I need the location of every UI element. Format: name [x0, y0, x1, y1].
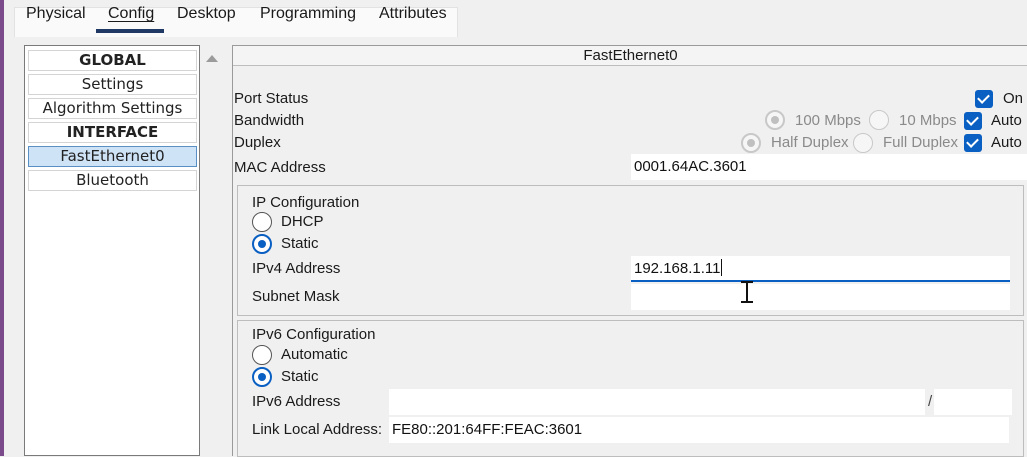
- port-status-label: Port Status: [234, 90, 309, 107]
- duplex-auto-checkbox[interactable]: [964, 134, 982, 152]
- dhcp-label: DHCP: [281, 213, 324, 230]
- tab-desktop[interactable]: Desktop: [177, 5, 236, 23]
- ipv6-config-title: IPv6 Configuration: [252, 326, 376, 343]
- ipv4-address-label: IPv4 Address: [252, 260, 341, 277]
- bandwidth-auto-checkbox[interactable]: [964, 112, 982, 130]
- mac-address-field[interactable]: 0001.64AC.3601: [631, 154, 1027, 180]
- bandwidth-100-label: 100 Mbps: [795, 112, 861, 129]
- static-ipv4-radio[interactable]: [252, 234, 272, 254]
- tab-config[interactable]: Config: [108, 5, 154, 23]
- port-status-on-label: On: [1003, 90, 1024, 107]
- port-status-checkbox[interactable]: [975, 90, 993, 108]
- ipv4-config-title: IP Configuration: [252, 194, 360, 211]
- duplex-half-radio: [741, 133, 761, 153]
- active-tab-indicator: [96, 29, 164, 33]
- bandwidth-100-radio: [765, 110, 785, 130]
- sidebar: GLOBAL Settings Algorithm Settings INTER…: [24, 45, 200, 456]
- ipv6-address-input[interactable]: [389, 389, 925, 415]
- sidebar-header-interface: INTERFACE: [28, 122, 197, 143]
- prefix-separator: /: [928, 393, 933, 410]
- sidebar-item-settings[interactable]: Settings: [28, 74, 197, 95]
- interface-panel: FastEthernet0 Port Status On Bandwidth 1…: [232, 45, 1027, 457]
- subnet-mask-input[interactable]: [631, 284, 1010, 310]
- sidebar-item-fastethernet0[interactable]: FastEthernet0: [28, 146, 197, 167]
- tab-attributes[interactable]: Attributes: [379, 5, 447, 23]
- sidebar-scrollbar[interactable]: [201, 45, 225, 456]
- sidebar-item-bluetooth[interactable]: Bluetooth: [28, 170, 197, 191]
- text-caret: [721, 259, 723, 276]
- ipv6-prefix-input[interactable]: [934, 389, 1012, 415]
- tab-physical[interactable]: Physical: [26, 5, 86, 23]
- link-local-address-field[interactable]: FE80::201:64FF:FEAC:3601: [389, 417, 1009, 443]
- ipv6-address-label: IPv6 Address: [252, 393, 341, 410]
- duplex-auto-label: Auto: [991, 134, 1022, 151]
- window-edge: [0, 0, 4, 456]
- sidebar-header-global: GLOBAL: [28, 50, 197, 71]
- duplex-label: Duplex: [234, 134, 281, 151]
- ipv4-config-group: IP Configuration DHCP Static IPv4 Addres…: [237, 185, 1024, 316]
- automatic-ipv6-label: Automatic: [281, 346, 348, 363]
- subnet-mask-label: Subnet Mask: [252, 288, 340, 305]
- duplex-full-label: Full Duplex: [883, 134, 959, 151]
- triangle-up-icon[interactable]: [206, 55, 218, 62]
- bandwidth-10-radio: [869, 110, 889, 130]
- automatic-ipv6-radio[interactable]: [252, 345, 272, 365]
- sidebar-item-algorithm-settings[interactable]: Algorithm Settings: [28, 98, 197, 119]
- ipv4-address-value: 192.168.1.11: [634, 260, 721, 277]
- bandwidth-auto-label: Auto: [991, 112, 1022, 129]
- static-ipv6-radio[interactable]: [252, 367, 272, 387]
- duplex-full-radio: [853, 133, 873, 153]
- static-ipv6-label: Static: [281, 368, 319, 385]
- text-cursor-icon: [740, 281, 754, 303]
- bandwidth-label: Bandwidth: [234, 112, 305, 129]
- tab-programming[interactable]: Programming: [260, 5, 356, 23]
- bandwidth-10-label: 10 Mbps: [899, 112, 957, 129]
- link-local-label: Link Local Address:: [252, 421, 383, 438]
- static-ipv4-label: Static: [281, 235, 319, 252]
- panel-title: FastEthernet0: [233, 46, 1027, 66]
- ipv4-address-input[interactable]: 192.168.1.11: [631, 256, 1010, 282]
- dhcp-radio[interactable]: [252, 212, 272, 232]
- mac-address-label: MAC Address: [234, 159, 326, 176]
- duplex-half-label: Half Duplex: [771, 134, 849, 151]
- ipv6-config-group: IPv6 Configuration Automatic Static IPv6…: [237, 320, 1024, 457]
